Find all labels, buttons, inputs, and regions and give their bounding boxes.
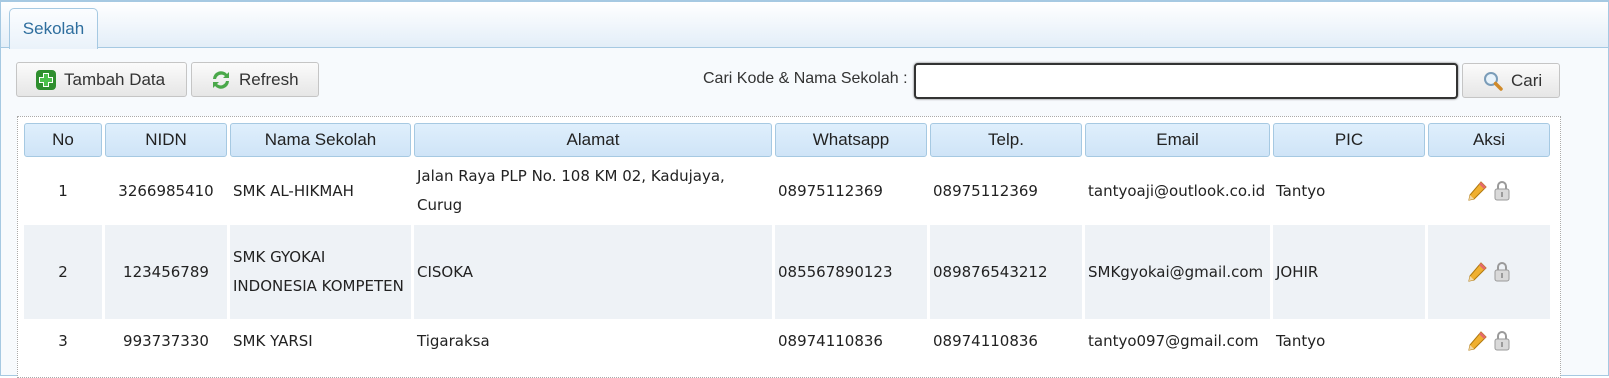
tab-sekolah[interactable]: Sekolah <box>9 8 98 49</box>
lock-icon[interactable] <box>1491 180 1513 202</box>
data-grid: No NIDN Nama Sekolah Alamat Whatsapp Tel… <box>17 116 1561 378</box>
col-aksi: Aksi <box>1428 123 1550 157</box>
col-no[interactable]: No <box>24 123 102 157</box>
cell-nidn: 123456789 <box>105 225 227 319</box>
tab-bar: Sekolah <box>1 2 1608 49</box>
lock-icon[interactable] <box>1491 330 1513 352</box>
add-data-button[interactable]: Tambah Data <box>16 62 187 97</box>
cell-alamat: Tigaraksa <box>414 322 772 360</box>
main-panel: Sekolah Tambah Data Refresh Cari Kode & … <box>0 0 1609 378</box>
cell-alamat: CISOKA <box>414 225 772 319</box>
search-button[interactable]: Cari <box>1462 63 1560 98</box>
plus-icon <box>34 68 58 92</box>
cell-email: SMKgyokai@gmail.com <box>1085 225 1270 319</box>
refresh-button[interactable]: Refresh <box>191 62 319 97</box>
cell-whatsapp: 08974110836 <box>775 322 927 360</box>
refresh-icon <box>209 68 233 92</box>
table-row[interactable]: 2 123456789 SMK GYOKAI INDONESIA KOMPETE… <box>24 225 1550 319</box>
col-whatsapp[interactable]: Whatsapp <box>775 123 927 157</box>
pencil-icon[interactable] <box>1466 180 1488 202</box>
lock-icon[interactable] <box>1491 261 1513 283</box>
cell-aksi <box>1428 225 1550 319</box>
magnifier-icon <box>1481 69 1505 93</box>
col-telp[interactable]: Telp. <box>930 123 1082 157</box>
pencil-icon[interactable] <box>1466 261 1488 283</box>
cell-pic: Tantyo <box>1273 160 1425 222</box>
search-label: Cari Kode & Nama Sekolah : <box>703 70 908 87</box>
add-data-label: Tambah Data <box>64 69 166 89</box>
cell-nama: SMK GYOKAI INDONESIA KOMPETEN <box>230 225 411 319</box>
col-pic[interactable]: PIC <box>1273 123 1425 157</box>
cell-email: tantyo097@gmail.com <box>1085 322 1270 360</box>
cell-telp: 08975112369 <box>930 160 1082 222</box>
table-header-row: No NIDN Nama Sekolah Alamat Whatsapp Tel… <box>24 123 1550 157</box>
col-alamat[interactable]: Alamat <box>414 123 772 157</box>
school-table: No NIDN Nama Sekolah Alamat Whatsapp Tel… <box>21 120 1553 363</box>
cell-aksi <box>1428 322 1550 360</box>
cell-telp: 089876543212 <box>930 225 1082 319</box>
cell-email: tantyoaji@outlook.co.id <box>1085 160 1270 222</box>
table-row[interactable]: 3 993737330 SMK YARSI Tigaraksa 08974110… <box>24 322 1550 360</box>
cell-alamat: Jalan Raya PLP No. 108 KM 02, Kadujaya, … <box>414 160 772 222</box>
cell-no: 3 <box>24 322 102 360</box>
col-nama[interactable]: Nama Sekolah <box>230 123 411 157</box>
cell-telp: 08974110836 <box>930 322 1082 360</box>
search-input[interactable] <box>914 63 1458 99</box>
pencil-icon[interactable] <box>1466 330 1488 352</box>
cell-nidn: 3266985410 <box>105 160 227 222</box>
cell-no: 1 <box>24 160 102 222</box>
cell-nama: SMK AL-HIKMAH <box>230 160 411 222</box>
col-nidn[interactable]: NIDN <box>105 123 227 157</box>
col-email[interactable]: Email <box>1085 123 1270 157</box>
cell-nama: SMK YARSI <box>230 322 411 360</box>
cell-nidn: 993737330 <box>105 322 227 360</box>
cell-whatsapp: 08975112369 <box>775 160 927 222</box>
cell-no: 2 <box>24 225 102 319</box>
cell-aksi <box>1428 160 1550 222</box>
search-button-label: Cari <box>1511 70 1543 90</box>
cell-whatsapp: 085567890123 <box>775 225 927 319</box>
table-row[interactable]: 1 3266985410 SMK AL-HIKMAH Jalan Raya PL… <box>24 160 1550 222</box>
cell-pic: JOHIR <box>1273 225 1425 319</box>
refresh-label: Refresh <box>239 69 299 89</box>
cell-pic: Tantyo <box>1273 322 1425 360</box>
